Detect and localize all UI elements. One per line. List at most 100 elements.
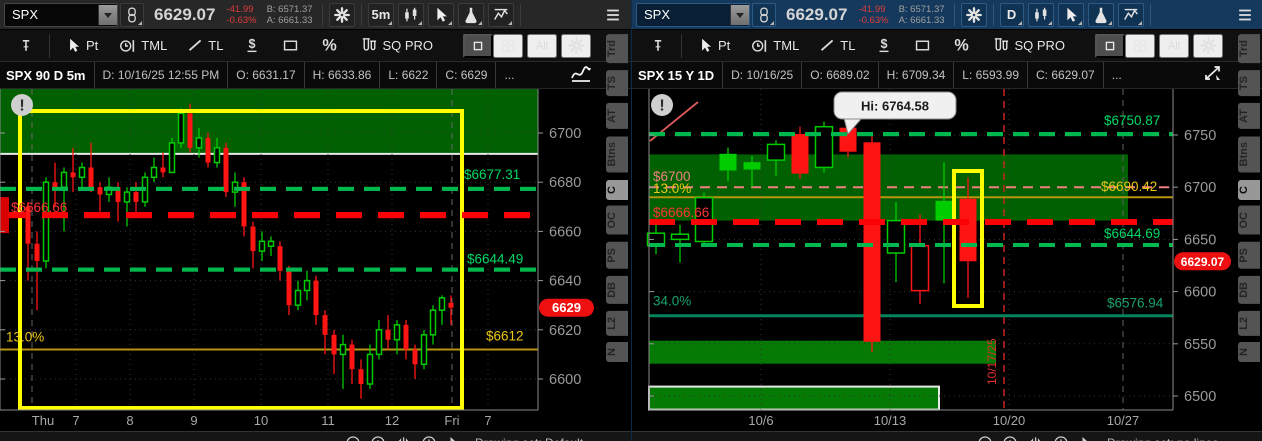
sq-pro-button[interactable]: SQ PRO xyxy=(988,34,1068,57)
drawing-settings-button[interactable] xyxy=(561,33,591,58)
link-charts-button[interactable] xyxy=(752,2,776,27)
patterns-button[interactable] xyxy=(488,2,515,27)
svg-text:%: % xyxy=(323,36,337,54)
timeframe-button[interactable]: 5m xyxy=(367,2,395,27)
svg-text:6650: 6650 xyxy=(1184,232,1216,248)
trendline-icon xyxy=(821,39,834,51)
percent-tool-button[interactable]: % xyxy=(949,34,974,57)
sidebar-tab[interactable]: OC xyxy=(606,206,628,235)
trendline-button[interactable]: TL xyxy=(184,35,226,56)
studies-button[interactable] xyxy=(1087,2,1114,27)
grid-view-button[interactable] xyxy=(493,33,523,58)
sidebar-tab[interactable]: TS xyxy=(1238,70,1260,97)
sidebar-tab[interactable]: TS xyxy=(606,70,628,97)
timeline-button[interactable]: TML xyxy=(115,35,170,57)
rectangle-tool-button[interactable] xyxy=(910,35,935,56)
all-charts-button[interactable]: All xyxy=(1159,33,1189,58)
sidebar-tab[interactable]: DB xyxy=(1238,275,1260,304)
sidebar-tab[interactable]: N xyxy=(606,342,628,363)
sidebar-tab[interactable]: Btns xyxy=(1238,136,1260,173)
all-charts-button[interactable]: All xyxy=(527,33,557,58)
grid-icon xyxy=(1133,39,1147,52)
pointer-mode-icon[interactable] xyxy=(1078,435,1093,441)
zoom-out-icon[interactable] xyxy=(977,435,993,441)
sidebar-tab[interactable]: L2 xyxy=(1238,310,1260,336)
price-level-button[interactable]: $ xyxy=(240,34,264,57)
pin-button[interactable] xyxy=(15,35,37,57)
pin-button[interactable] xyxy=(647,35,669,57)
drawing-settings-button[interactable] xyxy=(1193,33,1223,58)
trendline-label: TL xyxy=(208,38,224,53)
price-chart[interactable]: 10/17/25$6750.87$6700$6690.4213.0%$6666.… xyxy=(632,89,1232,411)
single-view-button[interactable] xyxy=(1095,33,1125,58)
svg-text:$6750.87: $6750.87 xyxy=(1104,113,1160,128)
svg-text:$6612: $6612 xyxy=(486,329,524,344)
sidebar-tab[interactable]: C xyxy=(606,179,628,200)
zoom-in-icon[interactable] xyxy=(370,435,386,441)
symbol-input[interactable]: SPX xyxy=(636,2,750,27)
sq-pro-button[interactable]: SQ PRO xyxy=(356,34,436,57)
zoom-out-icon[interactable] xyxy=(345,435,361,441)
rectangle-tool-button[interactable] xyxy=(278,35,303,56)
price-chart[interactable]: $6677.31 $6666.66 $6644.49 $6612 13.0% 6700 66… xyxy=(0,89,600,411)
trendline-button[interactable]: TL xyxy=(816,35,858,56)
pointer-mode-icon[interactable] xyxy=(446,435,461,441)
time-axis-label: 10/6 xyxy=(748,413,774,428)
studies-button[interactable] xyxy=(458,2,485,27)
drawing-set-label[interactable]: Drawing set: no lines xyxy=(1107,436,1218,441)
price-level-button[interactable]: $ xyxy=(872,34,896,57)
svg-text:6550: 6550 xyxy=(1184,337,1216,353)
chart-type-button[interactable] xyxy=(1027,2,1054,27)
chart-mode-icon-holder[interactable] xyxy=(569,63,593,88)
symbol-input[interactable]: SPX xyxy=(4,2,118,27)
cursor-tool-button[interactable] xyxy=(1057,2,1084,27)
symbol-dropdown-button[interactable] xyxy=(98,4,117,25)
chart-menu-button[interactable] xyxy=(1233,3,1257,27)
timeline-button[interactable]: TML xyxy=(747,35,802,57)
bid-value: B: 6571.37 xyxy=(898,3,945,15)
drawing-set-label[interactable]: Drawing set: Default xyxy=(475,436,583,441)
replay-clock-icon[interactable] xyxy=(1053,435,1069,441)
sidebar-tab[interactable]: DB xyxy=(606,275,628,304)
b​ar-width-icon[interactable] xyxy=(1027,435,1044,441)
b​ar-width-icon[interactable] xyxy=(395,435,412,441)
sidebar-tab[interactable]: Trd xyxy=(1238,34,1260,64)
symbol-dropdown-button[interactable] xyxy=(730,4,749,25)
pan-mode-icon xyxy=(1205,65,1220,80)
pointer-tool-button[interactable]: Pt xyxy=(694,35,733,56)
sidebar-tab[interactable]: Trd xyxy=(606,34,628,64)
patterns-button[interactable] xyxy=(1117,2,1144,27)
sidebar-tab[interactable]: L2 xyxy=(606,310,628,336)
chart-settings-button[interactable] xyxy=(960,2,987,27)
chart-mode-icon-holder[interactable] xyxy=(1201,63,1225,88)
time-axis-label: 7 xyxy=(72,413,80,428)
chart-menu-button[interactable] xyxy=(601,3,625,27)
chart-type-button[interactable] xyxy=(398,2,425,27)
sidebar-tab[interactable]: N xyxy=(1238,342,1260,363)
sidebar-tab[interactable]: C xyxy=(1238,179,1260,200)
pointer-tool-button[interactable]: Pt xyxy=(62,35,101,56)
percent-tool-button[interactable]: % xyxy=(317,34,342,57)
grid-view-button[interactable] xyxy=(1125,33,1155,58)
cursor-tool-button[interactable] xyxy=(428,2,455,27)
zoom-in-icon[interactable] xyxy=(1002,435,1018,441)
sidebar-tab[interactable]: PS xyxy=(1238,241,1260,269)
sidebar-tab[interactable]: PS xyxy=(606,241,628,269)
divider xyxy=(321,3,323,26)
time-axis: 10/6 10/13 10/20 10/27 xyxy=(632,411,1262,431)
chart-style-icon xyxy=(571,65,591,82)
sidebar-tab[interactable]: Btns xyxy=(606,136,628,173)
chart-settings-button[interactable] xyxy=(328,2,355,27)
sidebar-tab[interactable]: AT xyxy=(606,103,628,130)
symbol-text: SPX xyxy=(12,7,39,22)
timeframe-button[interactable]: D xyxy=(999,2,1024,27)
sidebar-tab[interactable]: AT xyxy=(1238,103,1260,130)
link-charts-button[interactable] xyxy=(120,2,144,27)
sidebar-tab[interactable]: OC xyxy=(1238,206,1260,235)
replay-clock-icon[interactable] xyxy=(421,435,437,441)
flower-gear-icon xyxy=(567,37,585,54)
candlestick-icon xyxy=(1034,7,1046,21)
single-view-button[interactable] xyxy=(463,33,493,58)
hamburger-icon xyxy=(1239,9,1251,20)
chart-symbol-timeframe: SPX 15 Y 1D xyxy=(638,67,715,83)
